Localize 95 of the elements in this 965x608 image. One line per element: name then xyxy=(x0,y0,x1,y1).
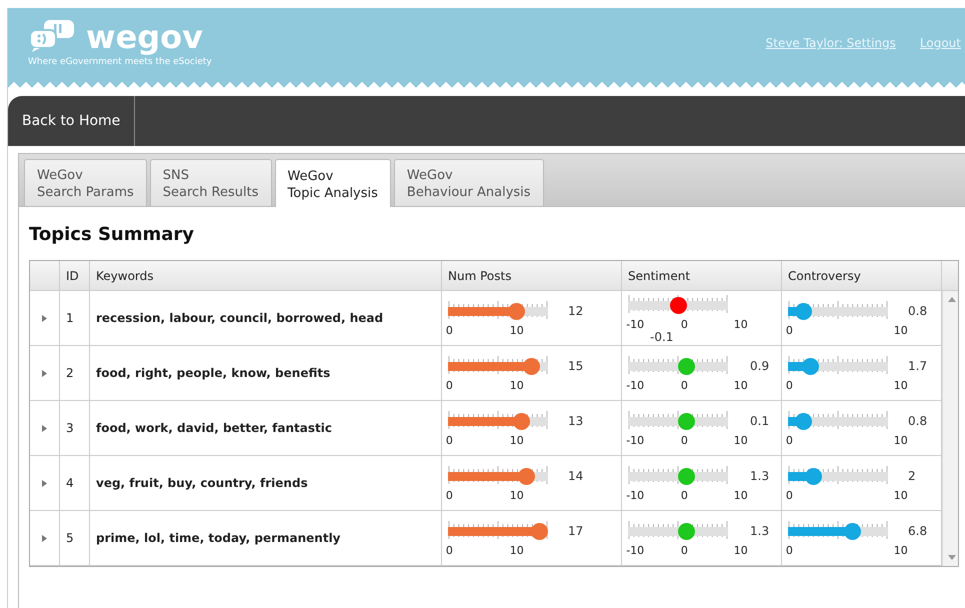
slider-thumb[interactable] xyxy=(678,522,695,540)
slider-reading: -0.1 xyxy=(650,330,674,342)
slider-thumb[interactable] xyxy=(844,522,862,540)
tick-label: 10 xyxy=(734,544,748,556)
slider-thumb[interactable] xyxy=(678,412,695,430)
tick-label: 10 xyxy=(894,434,908,446)
tick-label: 0 xyxy=(786,544,793,556)
column-header[interactable]: Controversy xyxy=(788,266,861,284)
tagline: Where eGovernment meets the eSociety xyxy=(28,56,212,69)
slider-thumb[interactable] xyxy=(531,522,548,540)
expand-arrow-icon[interactable] xyxy=(42,424,47,432)
scrollbar[interactable] xyxy=(942,291,958,566)
table-cell-text: veg, fruit, buy, country, friends xyxy=(96,475,308,492)
slider-reading: 0.8 xyxy=(908,412,928,430)
table-cell-text: recession, labour, council, borrowed, head xyxy=(96,310,384,327)
tick-label: 0 xyxy=(680,544,688,556)
table-cell-text: 5 xyxy=(66,530,74,547)
tick-label: 10 xyxy=(734,434,748,446)
scroll-down-icon[interactable] xyxy=(948,555,956,560)
slider-reading: 1.3 xyxy=(750,468,770,484)
table-cell-text: 1 xyxy=(66,310,74,327)
slider-thumb[interactable] xyxy=(794,302,812,320)
slider-reading: 13 xyxy=(568,412,584,430)
table-cell-text: prime, lol, time, today, permanently xyxy=(96,530,341,547)
expand-arrow-icon[interactable] xyxy=(42,314,47,322)
slider-reading: 1.7 xyxy=(908,358,928,374)
nav-link[interactable]: Back to Home xyxy=(8,96,136,146)
tick-label: 10 xyxy=(510,378,524,392)
tick-label: 0 xyxy=(680,434,688,446)
tab[interactable]: WeGov Topic Analysis xyxy=(274,159,391,207)
tick-label: 0 xyxy=(680,378,688,392)
slider-reading: 2 xyxy=(908,468,916,484)
tick-label: -10 xyxy=(626,434,644,446)
tick-label: 10 xyxy=(510,324,524,336)
slider-reading: 0.1 xyxy=(750,412,770,430)
section-title: Topics Summary xyxy=(29,223,196,247)
slider-thumb[interactable] xyxy=(518,468,535,484)
expand-arrow-icon[interactable] xyxy=(42,370,47,376)
tick-label: -10 xyxy=(626,318,644,330)
slider-thumb[interactable] xyxy=(678,358,695,374)
slider-reading: 0.9 xyxy=(750,358,770,374)
tick-label: 10 xyxy=(894,378,908,392)
tab[interactable]: WeGov Search Params xyxy=(24,159,147,206)
tick-label: 0 xyxy=(680,318,688,330)
tick-label: 10 xyxy=(510,434,524,446)
column-header[interactable]: Num Posts xyxy=(448,266,512,284)
slider-thumb[interactable] xyxy=(804,468,822,484)
tick-label: 0 xyxy=(446,324,453,336)
tab[interactable]: SNS Search Results xyxy=(150,159,272,206)
tick-label: 0 xyxy=(786,488,793,502)
tab[interactable]: WeGov Behaviour Analysis xyxy=(394,159,544,206)
column-header[interactable]: ID xyxy=(66,266,79,284)
tick-label: 10 xyxy=(734,488,748,502)
slider-reading: 0.8 xyxy=(908,302,928,320)
tick-label: 10 xyxy=(894,488,908,502)
tick-label: 0 xyxy=(446,378,453,392)
tick-label: -10 xyxy=(626,378,644,392)
tick-label: 10 xyxy=(894,544,908,556)
slider-reading: 12 xyxy=(568,302,584,320)
slider-thumb[interactable] xyxy=(670,296,686,314)
table-cell-text: food, work, david, better, fantastic xyxy=(96,420,332,437)
tick-label: 0 xyxy=(786,324,793,336)
table-cell-text: 4 xyxy=(66,475,74,492)
tick-label: 0 xyxy=(786,434,793,446)
tick-label: 0 xyxy=(446,488,453,502)
tick-label: 0 xyxy=(446,434,453,446)
slider-thumb[interactable] xyxy=(512,412,530,430)
slider-reading: 17 xyxy=(568,522,584,540)
slider-thumb[interactable] xyxy=(522,358,540,374)
tick-label: 0 xyxy=(680,488,688,502)
table-cell-text: 2 xyxy=(66,365,74,382)
slider-thumb[interactable] xyxy=(678,468,695,484)
scroll-up-icon[interactable] xyxy=(948,297,956,302)
slider-thumb[interactable] xyxy=(508,302,525,320)
slider-reading: 1.3 xyxy=(750,522,770,540)
tick-label: 10 xyxy=(734,378,748,392)
tick-label: 10 xyxy=(894,324,908,336)
slider-reading: 15 xyxy=(568,358,584,374)
slider-thumb[interactable] xyxy=(802,358,820,374)
slider-thumb[interactable] xyxy=(794,412,812,430)
slider-reading: 14 xyxy=(568,468,584,484)
tick-label: 10 xyxy=(510,488,524,502)
tick-label: -10 xyxy=(626,488,644,502)
tick-label: 10 xyxy=(734,318,748,330)
tick-label: 10 xyxy=(510,544,524,556)
column-header[interactable]: Keywords xyxy=(96,266,154,284)
tick-label: 0 xyxy=(446,544,453,556)
expand-arrow-icon[interactable] xyxy=(42,534,47,542)
table-cell-text: food, right, people, know, benefits xyxy=(96,365,330,382)
slider-reading: 6.8 xyxy=(908,522,928,540)
expand-arrow-icon[interactable] xyxy=(42,480,47,486)
tick-label: 0 xyxy=(786,378,793,392)
tick-label: -10 xyxy=(626,544,644,556)
table-cell-text: 3 xyxy=(66,420,74,437)
column-header[interactable]: Sentiment xyxy=(628,266,690,284)
